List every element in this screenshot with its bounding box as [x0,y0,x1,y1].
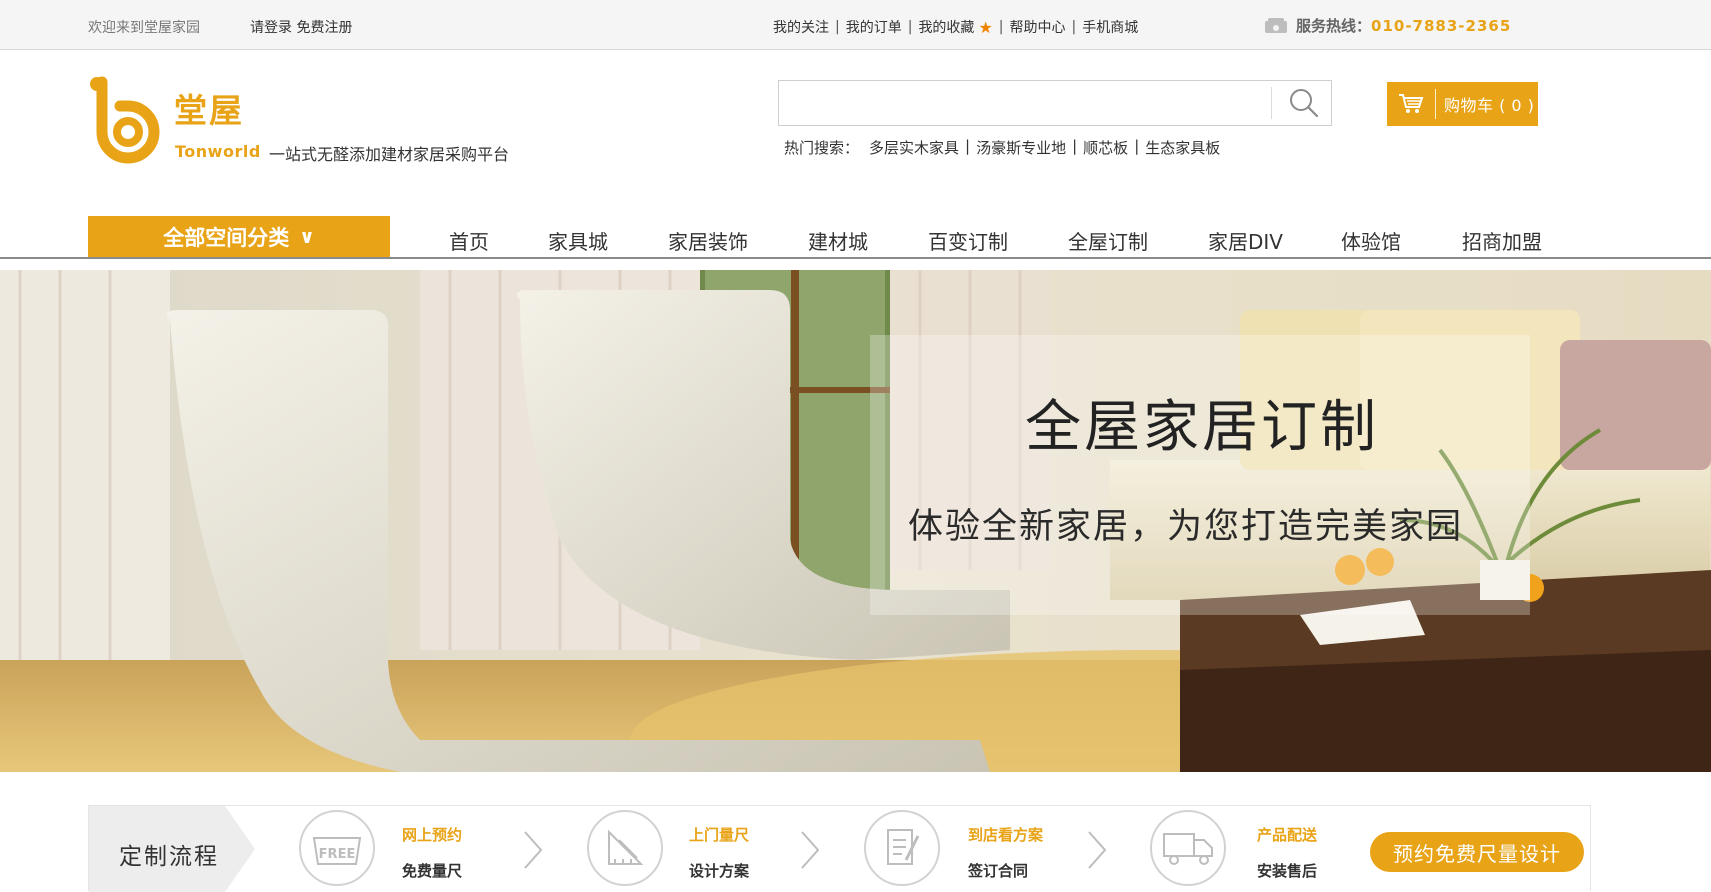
separator: | [835,19,840,35]
separator: | [1134,137,1140,155]
separator: | [965,137,971,155]
nav-item-experience[interactable]: 体验馆 [1341,226,1401,255]
brand-name-cn: 堂屋 [174,91,244,130]
brand-name-en: Tonworld [175,142,261,161]
step-1-title: 网上预约 [402,826,463,844]
star-icon: ★ [978,17,993,37]
step-3-title: 到店看方案 [968,826,1044,844]
cart-label: 购物车 ( 0 ) [1444,96,1535,115]
step-2-title: 上门量尺 [689,826,750,844]
nav-item-furniture[interactable]: 家具城 [548,226,608,255]
chevron-right-icon [801,831,820,869]
cart-button[interactable]: 购物车 ( 0 ) [1387,82,1538,126]
step-1-icon-circle: FREE [299,810,375,886]
cart-icon [1387,82,1435,126]
ruler-icon [608,829,644,865]
top-bar: 欢迎来到堂屋家园 请登录 免费注册 我的关注 | 我的订单 | 我的收藏 ★ | 帮助中… [0,0,1711,50]
chevron-right-icon [1088,831,1107,869]
my-follow-link[interactable]: 我的关注 [773,17,829,37]
search-icon [1290,89,1319,118]
step-1-sub: 免费量尺 [402,862,463,880]
register-link[interactable]: 免费注册 [296,20,352,36]
my-favorites-link[interactable]: 我的收藏 [918,17,974,37]
user-links: 我的关注 | 我的订单 | 我的收藏 ★ | 帮助中心 | 手机商城 [773,17,1138,37]
search-button[interactable] [1276,81,1332,125]
nav-item-building-materials[interactable]: 建材城 [808,226,868,255]
search-input[interactable] [779,81,1269,125]
cart-divider [1435,89,1436,119]
step-2-icon-circle [587,810,663,886]
step-3-icon-circle [864,810,940,886]
hot-searches: 热门搜索： 多层实木家具 | 汤豪斯专业地 | 顺芯板 | 生态家具板 [784,137,1220,158]
nav-item-custom[interactable]: 百变订制 [928,226,1008,255]
separator: | [1072,137,1078,155]
search-divider [1271,87,1272,119]
hot-search-term[interactable]: 生态家具板 [1145,137,1220,158]
truck-icon [1163,833,1213,865]
step-3-sub: 签订合同 [968,862,1029,880]
custom-process-strip: 定制流程 FREE 网上预约 免费量尺 上门量尺 设计方案 到店看方案 签订合同… [88,805,1591,892]
nav-item-diy[interactable]: 家居DIV [1208,226,1283,255]
process-tag-label: 定制流程 [119,844,219,870]
nav-item-home[interactable]: 首页 [449,226,489,255]
mobile-store-link[interactable]: 手机商城 [1082,17,1138,37]
all-categories-button[interactable]: 全部空间分类 ∨ [88,216,390,258]
step-4-icon-circle [1150,810,1226,886]
book-free-measure-button[interactable]: 预约免费尺量设计 [1370,832,1584,872]
hero-banner[interactable]: 全屋家居订制 体验全新家居，为您打造完美家园 [0,270,1711,772]
banner-headline: 全屋家居订制 [1025,395,1379,460]
step-2-sub: 设计方案 [689,862,750,880]
my-orders-link[interactable]: 我的订单 [846,17,902,37]
hotline-number: 010-7883-2365 [1371,16,1512,35]
separator: | [907,19,913,35]
hot-search-term[interactable]: 多层实木家具 [869,137,959,158]
nav-item-whole-house[interactable]: 全屋订制 [1068,226,1148,255]
banner-subline: 体验全新家居，为您打造完美家园 [908,507,1464,547]
slogan: 一站式无醛添加建材家居采购平台 [269,145,510,164]
nav-underline [0,257,1711,259]
search-box [778,80,1332,126]
banner-text-panel [870,335,1530,615]
separator: | [1071,19,1077,35]
nav-item-decor[interactable]: 家居装饰 [668,226,748,255]
login-link[interactable]: 请登录 [250,20,292,36]
svg-text:FREE: FREE [319,847,356,862]
hot-search-term[interactable]: 汤豪斯专业地 [976,137,1066,158]
welcome-text: 欢迎来到堂屋家园 [88,20,200,36]
free-icon: FREE [312,837,362,865]
help-center-link[interactable]: 帮助中心 [1010,17,1066,37]
nav-item-franchise[interactable]: 招商加盟 [1462,226,1542,255]
chevron-down-icon: ∨ [299,226,315,248]
chevron-right-icon [524,831,543,869]
login-links: 请登录 免费注册 [250,17,352,37]
hotline-label: 服务热线： [1296,17,1372,35]
tonworld-logo-icon[interactable] [88,76,168,170]
step-4-sub: 安装售后 [1257,862,1318,880]
all-categories-label: 全部空间分类 [163,226,290,250]
hot-search-term[interactable]: 顺芯板 [1083,137,1128,158]
hot-search-label: 热门搜索： [784,139,860,157]
separator: | [998,19,1004,35]
service-hotline: 服务热线： 010-7883-2365 [1264,15,1511,36]
step-4-title: 产品配送 [1257,826,1318,844]
phone-icon [1265,17,1287,33]
document-icon [887,829,920,865]
